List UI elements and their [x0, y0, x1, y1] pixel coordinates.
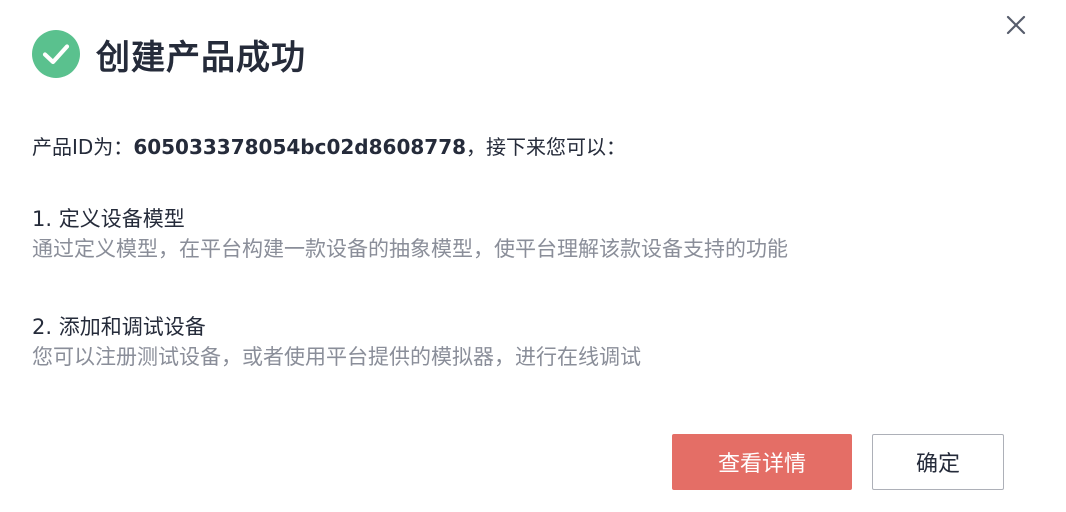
- view-details-button[interactable]: 查看详情: [672, 434, 852, 490]
- step-description: 通过定义模型，在平台构建一款设备的抽象模型，使平台理解该款设备支持的功能: [32, 237, 788, 261]
- intro-suffix: ，接下来您可以：: [466, 135, 627, 159]
- confirm-button[interactable]: 确定: [872, 434, 1004, 490]
- dialog-title: 创建产品成功: [96, 37, 306, 78]
- step-title: 1. 定义设备模型: [32, 207, 185, 231]
- close-icon: [1006, 15, 1026, 35]
- dialog-header: 创建产品成功: [32, 28, 306, 80]
- step-add-debug-device: 2. 添加和调试设备 您可以注册测试设备，或者使用平台提供的模拟器，进行在线调试: [32, 312, 641, 372]
- success-dialog: 创建产品成功 产品ID为：605033378054bc02d8608778，接下…: [0, 0, 1066, 512]
- step-title: 2. 添加和调试设备: [32, 315, 206, 339]
- step-define-model: 1. 定义设备模型 通过定义模型，在平台构建一款设备的抽象模型，使平台理解该款设…: [32, 204, 788, 264]
- close-button[interactable]: [1000, 10, 1032, 42]
- check-circle-icon: [32, 30, 80, 78]
- intro-prefix: 产品ID为：: [32, 135, 134, 159]
- product-id: 605033378054bc02d8608778: [133, 135, 467, 159]
- product-id-line: 产品ID为：605033378054bc02d8608778，接下来您可以：: [32, 131, 626, 160]
- step-description: 您可以注册测试设备，或者使用平台提供的模拟器，进行在线调试: [32, 345, 641, 369]
